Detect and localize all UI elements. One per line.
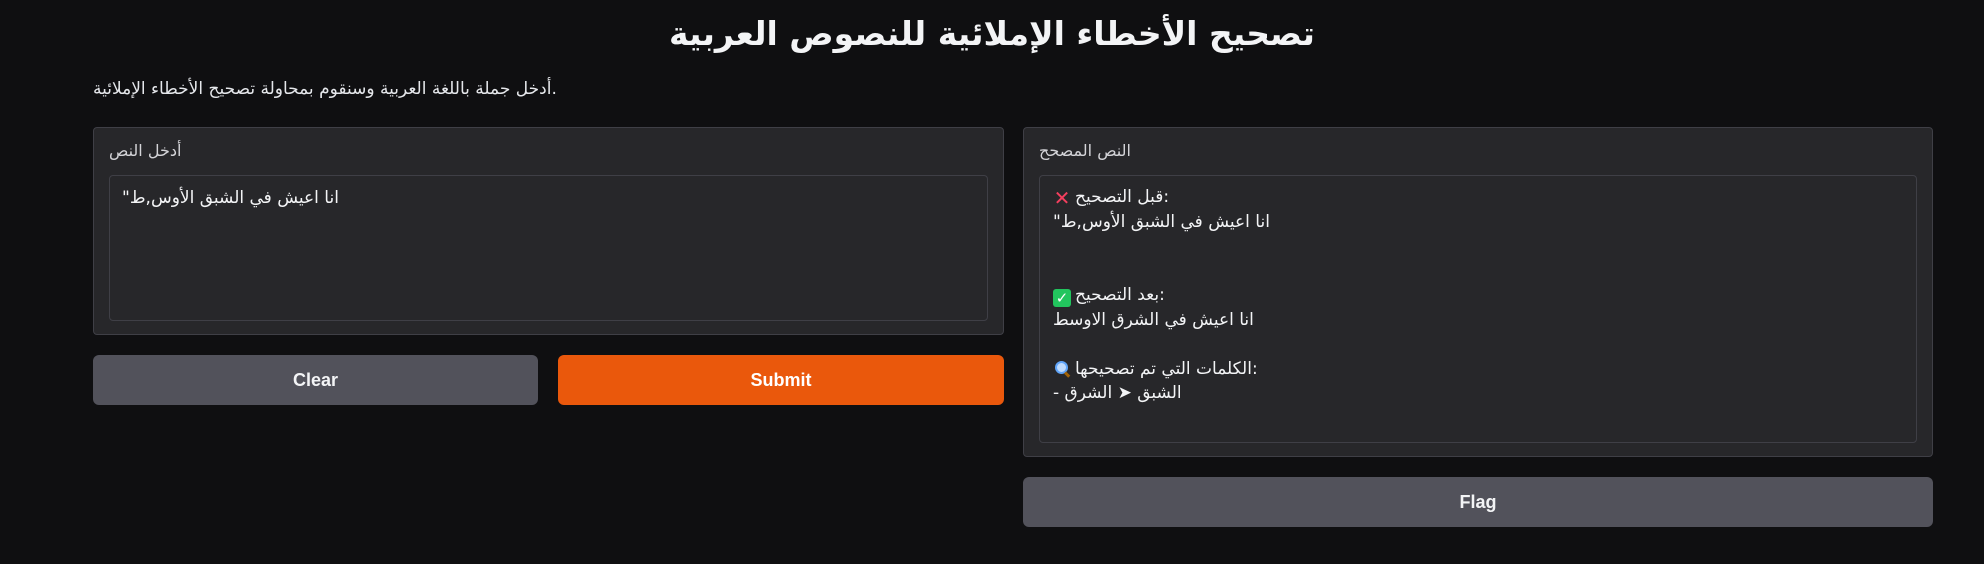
- output-label: النص المصحح: [1039, 141, 1131, 160]
- magnifier-icon: [1053, 359, 1071, 378]
- submit-button[interactable]: Submit: [558, 355, 1004, 405]
- check-mark-icon: ✓: [1053, 289, 1071, 307]
- text-input[interactable]: "انا اعيش في الشبق الأوس,ط: [109, 175, 988, 321]
- before-label: قبل التصحيح:: [1075, 187, 1170, 207]
- app-root: تصحيح الأخطاء الإملائية للنصوص العربية أ…: [0, 0, 1984, 564]
- clear-button[interactable]: Clear: [93, 355, 538, 405]
- input-panel: أدخل النص "انا اعيش في الشبق الأوس,ط: [93, 127, 1004, 335]
- after-heading: ✓ بعد التصحيح:: [1053, 284, 1165, 307]
- after-text: انا اعيش في الشرق الاوسط: [1053, 310, 1254, 330]
- changes-heading: الكلمات التي تم تصحيحها:: [1053, 358, 1258, 380]
- changes-item: - الشبق ➤ الشرق: [1053, 383, 1182, 403]
- after-label: بعد التصحيح:: [1075, 285, 1165, 305]
- before-heading: ✕ قبل التصحيح:: [1053, 186, 1170, 210]
- before-text: "انا اعيش في الشبق الأوس,ط: [1053, 212, 1270, 232]
- page-title: تصحيح الأخطاء الإملائية للنصوص العربية: [669, 14, 1315, 53]
- output-panel: النص المصحح ✕ قبل التصحيح: "انا اعيش في ا…: [1023, 127, 1933, 457]
- input-value: "انا اعيش في الشبق الأوس,ط: [122, 188, 339, 208]
- flag-button[interactable]: Flag: [1023, 477, 1933, 527]
- cross-mark-icon: ✕: [1053, 186, 1071, 210]
- page-description: أدخل جملة باللغة العربية وسنقوم بمحاولة …: [93, 79, 557, 99]
- output-textbox: ✕ قبل التصحيح: "انا اعيش في الشبق الأوس,ط…: [1039, 175, 1917, 443]
- input-label: أدخل النص: [109, 141, 182, 160]
- changes-label: الكلمات التي تم تصحيحها:: [1075, 359, 1258, 379]
